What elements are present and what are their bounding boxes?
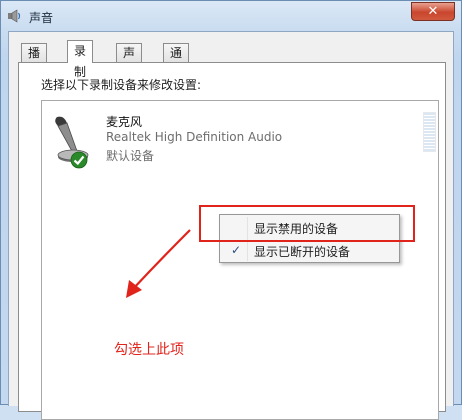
tab-recording[interactable]: 录制 — [67, 40, 94, 79]
annotation-text: 勾选上此项 — [114, 342, 184, 358]
arrow-icon — [126, 229, 191, 298]
tab-playback[interactable]: 播放 — [21, 43, 48, 79]
highlight-box — [199, 205, 415, 242]
device-status: 默认设备 — [106, 149, 155, 163]
menu-item-show-disconnected[interactable]: ✓ 显示已断开的设备 — [220, 240, 399, 262]
default-check-icon — [70, 151, 88, 169]
device-item-microphone[interactable]: 麦克风 Realtek High Definition Audio 默认设备 — [42, 101, 438, 173]
device-name: 麦克风 — [106, 115, 143, 129]
level-meter — [423, 112, 436, 152]
window-title: 声音 — [29, 11, 54, 25]
tab-communications[interactable]: 通信 — [163, 43, 190, 79]
checkmark-icon: ✓ — [231, 243, 242, 257]
sound-dialog: 声音 ✕ 播放 录制 声音 通信 选择以下录制设备来修改设置: — [0, 0, 462, 420]
speaker-icon — [8, 9, 21, 23]
title-bar[interactable]: 声音 ✕ — [1, 1, 461, 31]
menu-item-label: 显示已断开的设备 — [254, 245, 351, 259]
close-icon: ✕ — [427, 4, 439, 19]
tab-sounds[interactable]: 声音 — [116, 43, 143, 79]
device-description: Realtek High Definition Audio — [106, 130, 283, 144]
close-button[interactable]: ✕ — [411, 2, 455, 21]
instruction-text: 选择以下录制设备来修改设置: — [41, 78, 202, 92]
